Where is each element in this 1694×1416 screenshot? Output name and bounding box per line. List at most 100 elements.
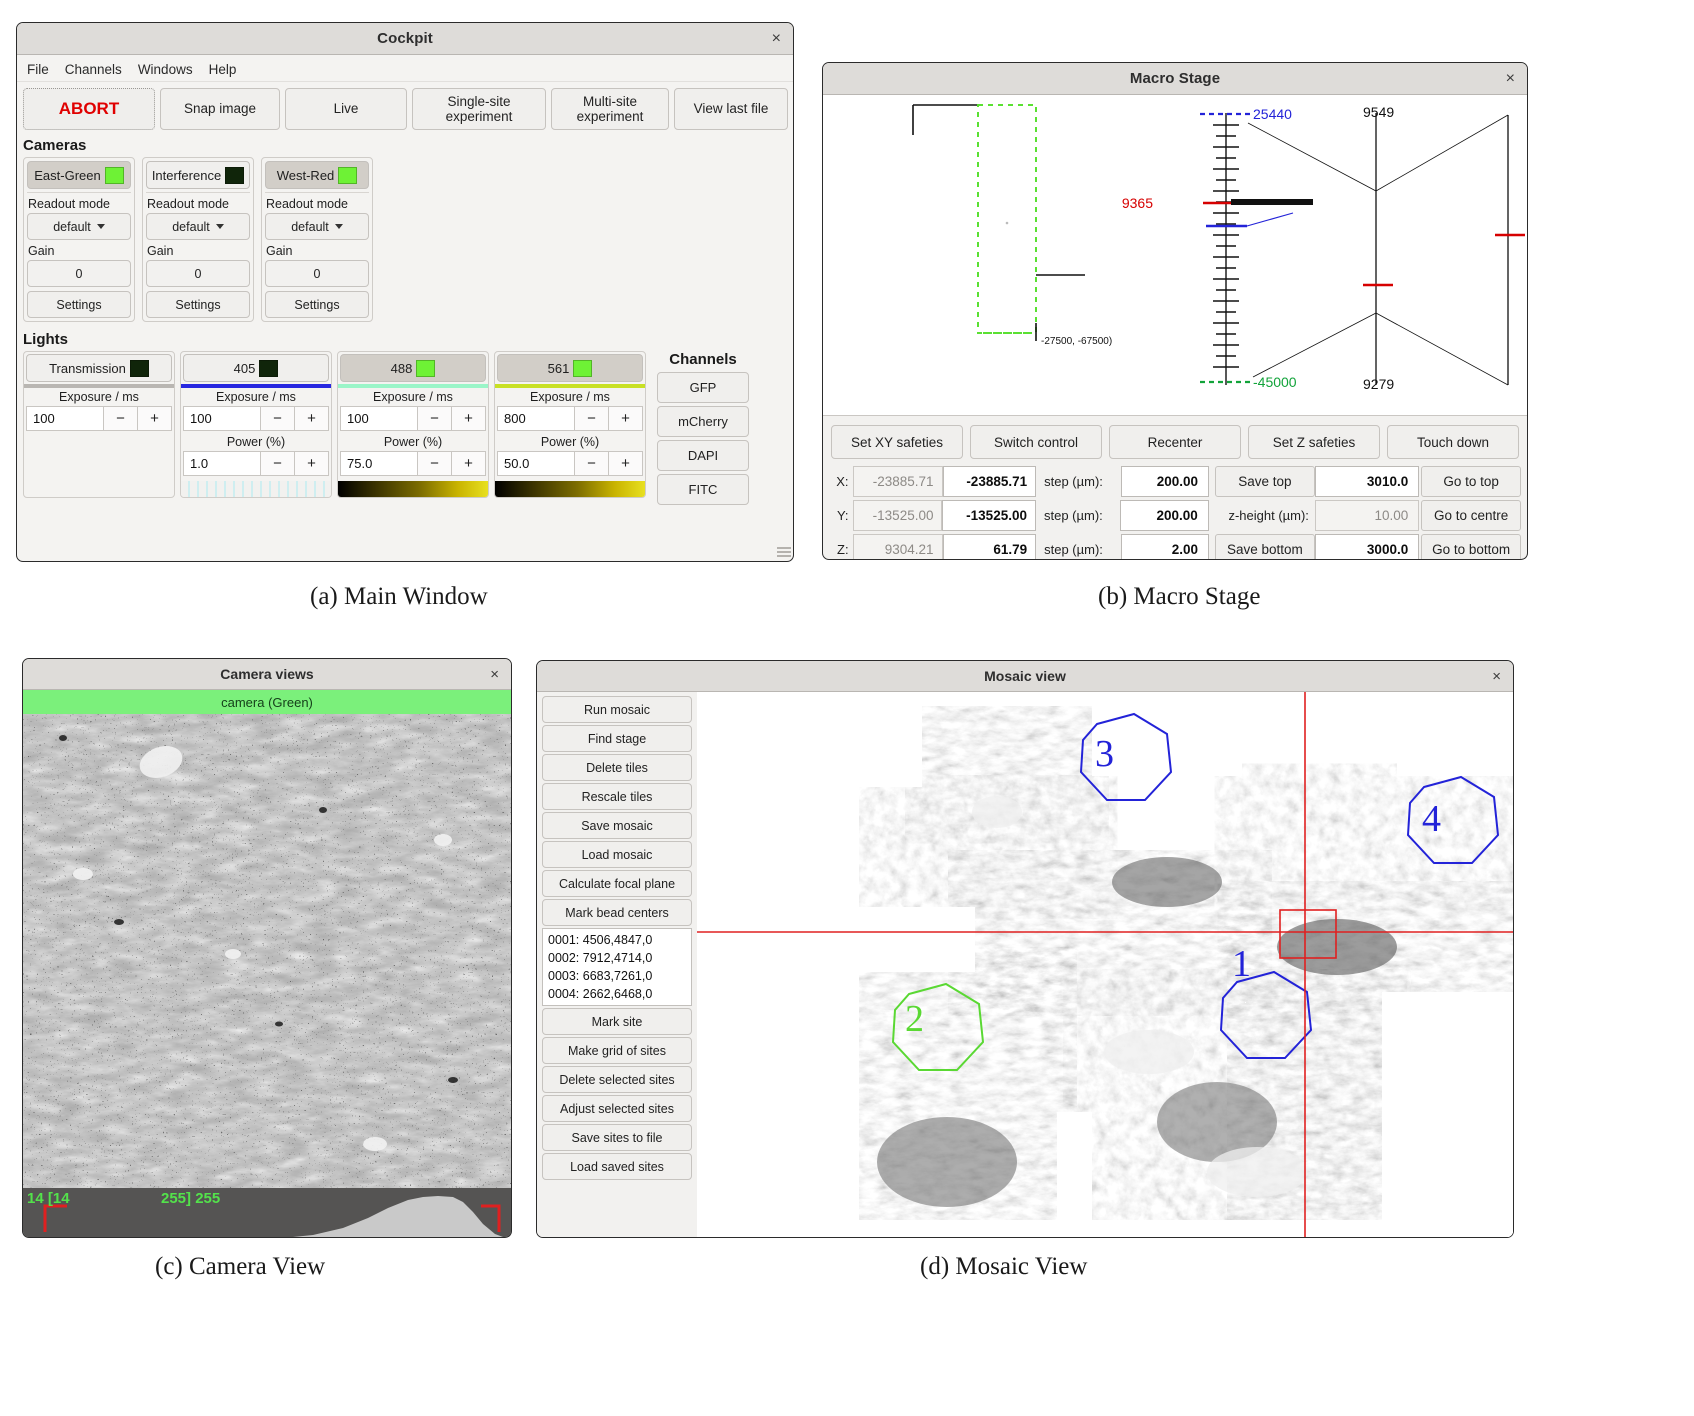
- exposure-input[interactable]: 100: [183, 406, 261, 431]
- mosaic-button-mark-site[interactable]: Mark site: [542, 1008, 692, 1035]
- channel-button-dapi[interactable]: DAPI: [657, 440, 749, 471]
- readout-mode-select[interactable]: default: [146, 213, 250, 240]
- exposure-minus-button[interactable]: −: [575, 406, 609, 431]
- live-button[interactable]: Live: [285, 88, 407, 130]
- exposure-plus-button[interactable]: +: [295, 406, 329, 431]
- power-plus-button[interactable]: +: [452, 451, 486, 476]
- power-stepper[interactable]: 75.0− +: [340, 451, 486, 476]
- abort-button[interactable]: ABORT: [23, 88, 155, 130]
- camera-settings-button[interactable]: Settings: [146, 291, 250, 318]
- power-plus-button[interactable]: +: [295, 451, 329, 476]
- channel-button-fitc[interactable]: FITC: [657, 474, 749, 505]
- exposure-stepper[interactable]: 800− +: [497, 406, 643, 431]
- macro-save-value[interactable]: 3000.0: [1314, 534, 1420, 559]
- menu-item-file[interactable]: File: [27, 62, 49, 77]
- mosaic-button-find-stage[interactable]: Find stage: [542, 725, 692, 752]
- camera-settings-button[interactable]: Settings: [265, 291, 369, 318]
- macro-button-recenter[interactable]: Recenter: [1109, 425, 1241, 459]
- macro-step-input[interactable]: 200.00: [1120, 500, 1209, 531]
- snap-image-button[interactable]: Snap image: [160, 88, 280, 130]
- site-list[interactable]: 0001: 4506,4847,0 0002: 7912,4714,0 0003: …: [542, 928, 692, 1006]
- single-site-experiment-button[interactable]: Single-site experiment: [412, 88, 546, 130]
- site-list-item[interactable]: 0002: 7912,4714,0: [543, 949, 691, 967]
- mosaic-button-rescale-tiles[interactable]: Rescale tiles: [542, 783, 692, 810]
- resize-handle[interactable]: [777, 545, 791, 559]
- macro-save-value[interactable]: 3010.0: [1314, 466, 1420, 497]
- mosaic-button-save-mosaic[interactable]: Save mosaic: [542, 812, 692, 839]
- channel-button-gfp[interactable]: GFP: [657, 372, 749, 403]
- close-icon[interactable]: ×: [1506, 70, 1515, 87]
- power-minus-button[interactable]: −: [575, 451, 609, 476]
- mosaic-button-adjust-selected-sites[interactable]: Adjust selected sites: [542, 1095, 692, 1122]
- mosaic-button-mark-bead-centers[interactable]: Mark bead centers: [542, 899, 692, 926]
- site-list-item[interactable]: 0001: 4506,4847,0: [543, 931, 691, 949]
- exposure-stepper[interactable]: 100− +: [183, 406, 329, 431]
- exposure-stepper[interactable]: 100− +: [26, 406, 172, 431]
- light-toggle-button[interactable]: 561: [497, 354, 643, 382]
- power-stepper[interactable]: 1.0− +: [183, 451, 329, 476]
- gain-value[interactable]: 0: [27, 260, 131, 287]
- light-toggle-button[interactable]: 488: [340, 354, 486, 382]
- mosaic-button-calculate-focal-plane[interactable]: Calculate focal plane: [542, 870, 692, 897]
- readout-mode-select[interactable]: default: [27, 213, 131, 240]
- macro-save-button[interactable]: Save bottom: [1215, 534, 1315, 559]
- macro-go-button[interactable]: Go to centre: [1421, 500, 1521, 531]
- mosaic-button-load-mosaic[interactable]: Load mosaic: [542, 841, 692, 868]
- camera-histogram[interactable]: 14 [14 255] 255: [23, 1188, 511, 1237]
- view-last-file-button[interactable]: View last file: [674, 88, 788, 130]
- channel-button-mcherry[interactable]: mCherry: [657, 406, 749, 437]
- exposure-input[interactable]: 100: [340, 406, 418, 431]
- macro-step-input[interactable]: 2.00: [1120, 534, 1209, 559]
- close-icon[interactable]: ×: [772, 30, 781, 47]
- power-input[interactable]: 1.0: [183, 451, 261, 476]
- exposure-plus-button[interactable]: +: [452, 406, 486, 431]
- exposure-plus-button[interactable]: +: [138, 406, 172, 431]
- light-toggle-button[interactable]: 405: [183, 354, 329, 382]
- close-icon[interactable]: ×: [490, 666, 499, 683]
- macro-step-input[interactable]: 200.00: [1120, 466, 1209, 497]
- macro-button-set-xy-safeties[interactable]: Set XY safeties: [831, 425, 963, 459]
- macro-go-button[interactable]: Go to top: [1421, 466, 1521, 497]
- power-minus-button[interactable]: −: [261, 451, 295, 476]
- camera-toggle-button[interactable]: Interference: [146, 161, 250, 189]
- power-stepper[interactable]: 50.0− +: [497, 451, 643, 476]
- exposure-stepper[interactable]: 100− +: [340, 406, 486, 431]
- macro-stage-canvas[interactable]: -27500, -67500) 25440 -45000 9365 9549 9…: [823, 95, 1527, 416]
- mosaic-button-make-grid-of-sites[interactable]: Make grid of sites: [542, 1037, 692, 1064]
- power-minus-button[interactable]: −: [418, 451, 452, 476]
- macro-position-input[interactable]: -13525.00: [942, 500, 1036, 531]
- macro-button-touch-down[interactable]: Touch down: [1387, 425, 1519, 459]
- mosaic-canvas[interactable]: 1 2 3 4: [697, 692, 1513, 1237]
- site-list-item[interactable]: 0003: 6683,7261,0: [543, 967, 691, 985]
- camera-toggle-button[interactable]: East-Green: [27, 161, 131, 189]
- power-plus-button[interactable]: +: [609, 451, 643, 476]
- exposure-minus-button[interactable]: −: [104, 406, 138, 431]
- menu-item-help[interactable]: Help: [209, 62, 237, 77]
- mosaic-button-save-sites-to-file[interactable]: Save sites to file: [542, 1124, 692, 1151]
- macro-button-switch-control[interactable]: Switch control: [970, 425, 1102, 459]
- gain-value[interactable]: 0: [265, 260, 369, 287]
- camera-toggle-button[interactable]: West-Red: [265, 161, 369, 189]
- readout-mode-select[interactable]: default: [265, 213, 369, 240]
- macro-position-input[interactable]: 61.79: [942, 534, 1037, 559]
- exposure-input[interactable]: 100: [26, 406, 104, 431]
- mosaic-button-run-mosaic[interactable]: Run mosaic: [542, 696, 692, 723]
- macro-save-button[interactable]: Save top: [1215, 466, 1315, 497]
- power-input[interactable]: 50.0: [497, 451, 575, 476]
- camera-settings-button[interactable]: Settings: [27, 291, 131, 318]
- exposure-minus-button[interactable]: −: [261, 406, 295, 431]
- macro-position-input[interactable]: -23885.71: [942, 466, 1037, 497]
- mosaic-button-delete-selected-sites[interactable]: Delete selected sites: [542, 1066, 692, 1093]
- site-list-item[interactable]: 0004: 2662,6468,0: [543, 985, 691, 1003]
- multi-site-experiment-button[interactable]: Multi-site experiment: [551, 88, 669, 130]
- exposure-input[interactable]: 800: [497, 406, 575, 431]
- power-input[interactable]: 75.0: [340, 451, 418, 476]
- light-toggle-button[interactable]: Transmission: [26, 354, 172, 382]
- camera-image[interactable]: [23, 714, 511, 1188]
- macro-go-button[interactable]: Go to bottom: [1421, 534, 1521, 559]
- menu-item-channels[interactable]: Channels: [65, 62, 122, 77]
- close-icon[interactable]: ×: [1492, 668, 1501, 685]
- menu-item-windows[interactable]: Windows: [138, 62, 193, 77]
- exposure-plus-button[interactable]: +: [609, 406, 643, 431]
- exposure-minus-button[interactable]: −: [418, 406, 452, 431]
